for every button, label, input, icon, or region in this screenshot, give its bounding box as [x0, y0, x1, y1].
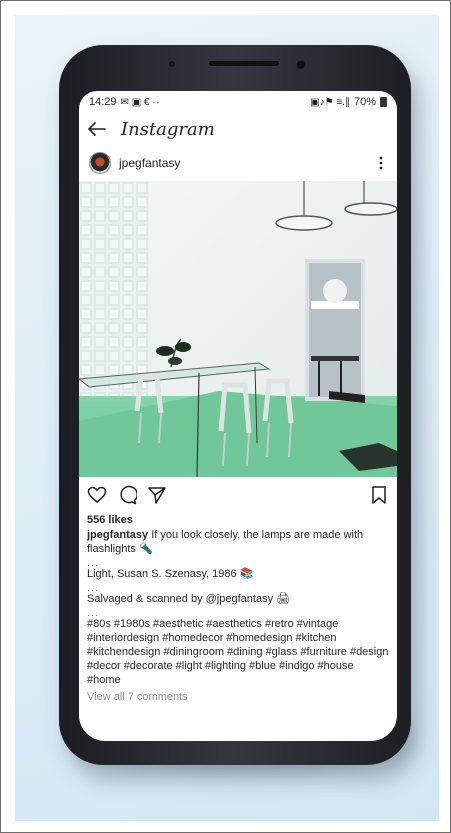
battery-level: 70% — [353, 96, 376, 108]
caption-first: jpegfantasy If you look closely, the lam… — [87, 528, 389, 556]
proximity-sensor — [169, 61, 175, 67]
earpiece-speaker — [209, 61, 279, 66]
status-time: 14:29 — [89, 96, 117, 108]
front-camera — [295, 59, 305, 69]
post-username[interactable]: jpegfantasy — [119, 156, 367, 170]
separator-2: ... — [87, 582, 100, 594]
post-photo[interactable] — [79, 181, 397, 477]
notification-icons: ✉ ▣ € ·· — [120, 96, 159, 108]
app-logo: Instagram — [121, 118, 215, 140]
post-caption: 556 likes jpegfantasy If you look closel… — [79, 513, 397, 704]
post-actions — [79, 477, 397, 513]
post-header: jpegfantasy — [79, 145, 397, 181]
avatar[interactable] — [89, 152, 111, 174]
caption-username[interactable]: jpegfantasy — [87, 529, 148, 541]
phone-screen: 14:29 ✉ ▣ € ·· ▣♪⚑ ≡.∥ 70% Instagram jpe… — [79, 91, 397, 741]
battery-icon — [380, 97, 387, 107]
status-bar: 14:29 ✉ ▣ € ·· ▣♪⚑ ≡.∥ 70% — [79, 91, 397, 113]
bookmark-icon[interactable] — [369, 485, 389, 505]
app-bar: Instagram — [79, 113, 397, 145]
arrow-left-icon[interactable] — [87, 119, 107, 139]
comment-icon[interactable] — [117, 485, 137, 505]
likes-count[interactable]: 556 likes — [87, 513, 389, 527]
separator-3: ... — [87, 607, 100, 619]
caption-line-3: Salvaged & scanned by @jpegfantasy 🖨 — [87, 593, 291, 605]
system-icons: ▣♪⚑ ≡.∥ — [310, 96, 350, 108]
separator-1: ... — [87, 557, 100, 569]
caption-hashtags[interactable]: #80s #1980s #aesthetic #aesthetics #retr… — [87, 617, 389, 687]
more-vertical-icon[interactable] — [375, 155, 387, 171]
heart-icon[interactable] — [87, 485, 107, 505]
caption-line-2: Light, Susan S. Szenasy, 1986 📚 — [87, 568, 254, 580]
photo-frame: 14:29 ✉ ▣ € ·· ▣♪⚑ ≡.∥ 70% Instagram jpe… — [0, 0, 451, 833]
send-icon[interactable] — [147, 485, 167, 505]
view-comments-link[interactable]: View all 7 comments — [87, 690, 389, 704]
